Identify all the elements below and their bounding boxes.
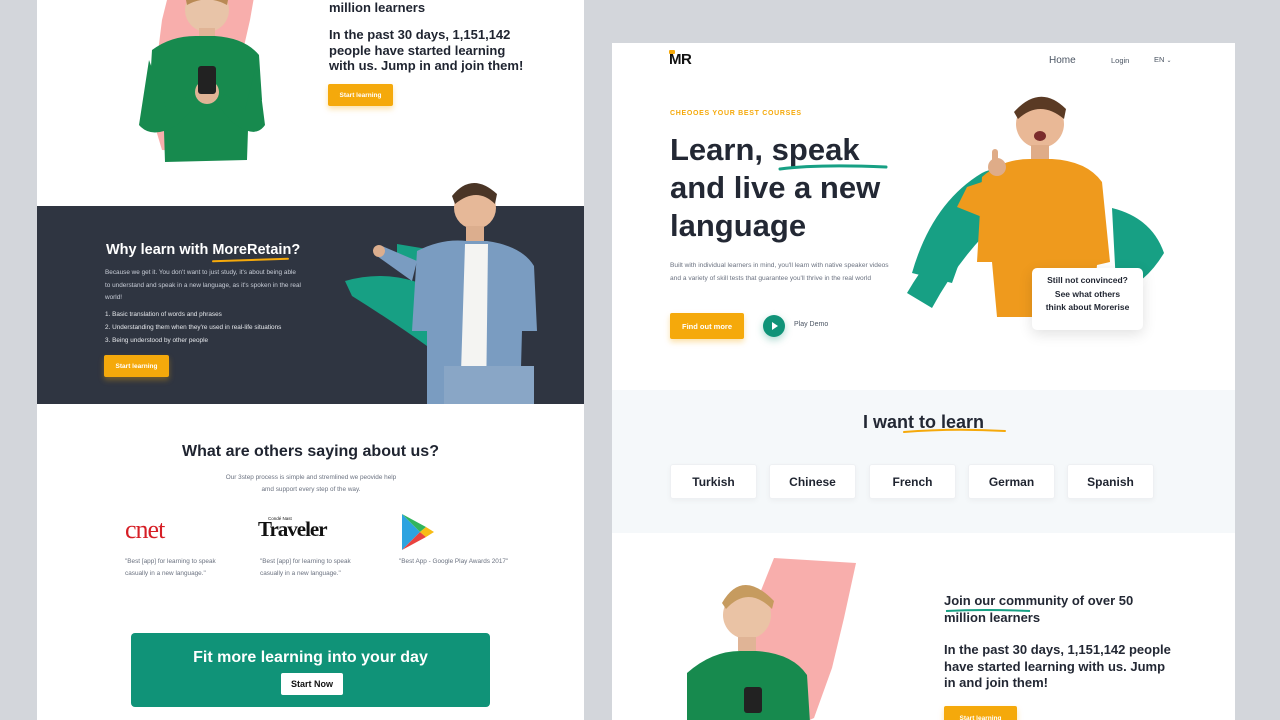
testimonials-subtitle: Our 3step process is simple and stremlin… (225, 474, 397, 493)
why-learn-description: Because we get it. You don't want to jus… (105, 269, 301, 301)
language-option-chinese[interactable]: Chinese (769, 464, 856, 499)
start-now-button[interactable]: Start Now (281, 673, 343, 695)
why-learn-title: Why learn with MoreRetain? (106, 242, 301, 258)
why-learn-section: Why learn with MoreRetain? Because we ge… (37, 182, 584, 404)
cta-banner: Fit more learning into your day Start No… (131, 633, 490, 707)
smiling-man-pointing-image (373, 182, 537, 404)
traveler-logo: Condé Nast Traveler (258, 516, 328, 541)
cnet-logo: cnet (125, 515, 165, 544)
start-learning-button[interactable]: Start learning (328, 84, 393, 106)
logo[interactable]: MR (669, 51, 692, 68)
language-selector[interactable]: EN ⌄ (1154, 55, 1172, 64)
language-option-spanish[interactable]: Spanish (1067, 464, 1154, 499)
why-list-item: 2. Understanding them when they're used … (105, 324, 282, 331)
play-demo-label[interactable]: Play Demo (794, 321, 828, 328)
start-learning-button[interactable]: Start learning (104, 355, 169, 377)
language-selection-section: I want to learn Turkish Chinese French G… (612, 390, 1235, 533)
community-title-tail: million learners (329, 0, 426, 15)
nav-login-link[interactable]: Login (1111, 56, 1129, 65)
testimonial-quote: "Best App - Google Play Awards 2017" (399, 558, 509, 565)
chevron-down-icon: ⌄ (1166, 58, 1172, 64)
start-learning-button[interactable]: Start learning (944, 706, 1017, 720)
person-with-phone-image (687, 584, 810, 720)
cta-title: Fit more learning into your day (193, 649, 428, 666)
testimonial-quote: "Best [app] for learning to speak casual… (260, 558, 351, 577)
community-underline-decor (945, 609, 1031, 612)
play-demo-button[interactable] (763, 315, 785, 337)
right-landing-page: MR Home Login EN ⌄ CHEOOES YOUR BEST COU… (612, 43, 1235, 720)
language-option-french[interactable]: French (869, 464, 956, 499)
google-play-icon (400, 512, 436, 557)
hero-description: Built with individual learners in mind, … (670, 262, 889, 282)
stats-text: In the past 30 days, 1,151,142 people ha… (944, 642, 1171, 690)
why-list-item: 1. Basic translation of words and phrase… (105, 311, 222, 318)
left-landing-page: million learners In the past 30 days, 1,… (37, 0, 584, 720)
language-option-german[interactable]: German (968, 464, 1055, 499)
stats-text: In the past 30 days, 1,151,142 people ha… (329, 27, 524, 73)
learn-underline-decor (903, 428, 1006, 433)
why-list-item: 3. Being understood by other people (105, 337, 209, 344)
person-with-phone-image (139, 0, 265, 162)
nav-home-link[interactable]: Home (1049, 55, 1076, 66)
testimonial-quote: "Best [app] for learning to speak casual… (125, 558, 216, 577)
testimonial-callout[interactable]: Still not convinced? See what others thi… (1032, 268, 1143, 330)
find-out-more-button[interactable]: Find out more (670, 313, 744, 339)
hero-headline: Learn, speak and live a new language (670, 132, 881, 243)
hero-eyebrow: CHEOOES YOUR BEST COURSES (670, 110, 802, 117)
testimonials-title: What are others saying about us? (182, 443, 439, 460)
play-icon (772, 322, 778, 330)
language-option-turkish[interactable]: Turkish (670, 464, 757, 499)
headline-underline-decor (778, 164, 888, 171)
